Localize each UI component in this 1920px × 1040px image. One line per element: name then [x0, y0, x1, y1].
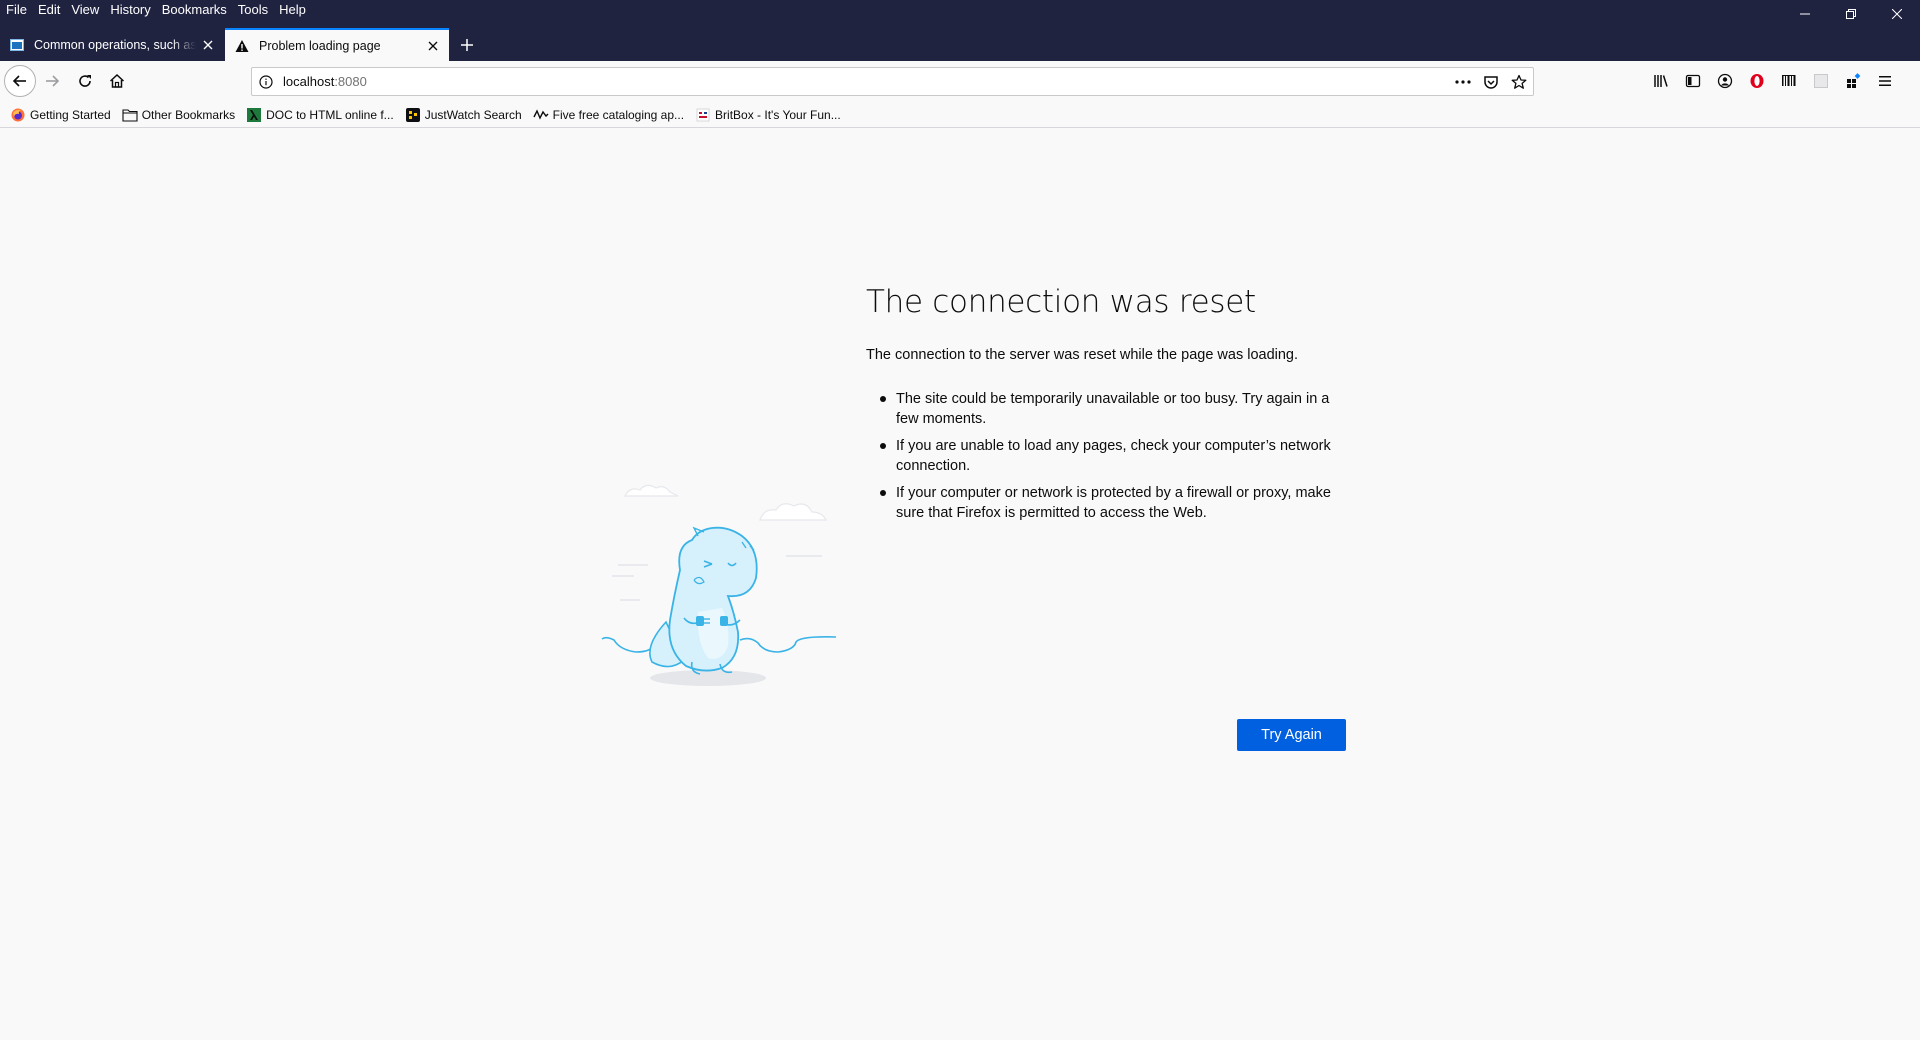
menu-history[interactable]: History — [110, 0, 150, 20]
close-tab-button[interactable] — [421, 34, 445, 58]
try-again-button[interactable]: Try Again — [1237, 719, 1346, 751]
tab-problem-loading[interactable]: Problem loading page — [225, 28, 449, 61]
warning-icon — [234, 38, 250, 54]
extension-icon — [1814, 74, 1828, 88]
bookmark-label: Other Bookmarks — [141, 107, 236, 122]
bookmark-label: BritBox - It's Your Fun... — [715, 107, 841, 122]
bookmark-five-free-cataloging[interactable]: Five free cataloging ap... — [532, 107, 685, 123]
bookmark-label: Getting Started — [30, 107, 111, 122]
tab-title: Common operations, such as n — [34, 37, 196, 52]
bookmark-britbox[interactable]: BritBox - It's Your Fun... — [695, 107, 841, 123]
firefox-icon — [10, 107, 26, 123]
bookmark-label: JustWatch Search — [424, 107, 522, 122]
minimize-button[interactable] — [1782, 0, 1828, 28]
back-button[interactable] — [4, 65, 36, 97]
bookmark-label: DOC to HTML online f... — [266, 107, 394, 122]
barcode-extension-button[interactable] — [1773, 65, 1805, 97]
bookmark-justwatch[interactable]: JustWatch Search — [405, 107, 522, 123]
url-bar[interactable]: localhost:8080 — [251, 67, 1534, 96]
bookmark-star-button[interactable] — [1505, 70, 1533, 94]
plus-icon — [461, 38, 473, 51]
error-title: The connection was reset — [866, 284, 1256, 320]
url-host: localhost — [283, 74, 335, 89]
minimize-icon — [1800, 13, 1810, 15]
opera-icon — [1750, 74, 1764, 88]
library-icon — [1654, 75, 1668, 87]
justwatch-icon — [405, 107, 421, 123]
error-container: The connection was reset The connection … — [866, 284, 1346, 530]
star-icon — [1511, 74, 1527, 89]
menu-edit[interactable]: Edit — [38, 0, 60, 20]
menu-bookmarks[interactable]: Bookmarks — [162, 0, 227, 20]
restore-button[interactable] — [1828, 0, 1874, 28]
puzzle-icon — [1847, 73, 1861, 88]
close-window-button[interactable] — [1874, 0, 1920, 28]
page-actions-button[interactable] — [1449, 70, 1477, 94]
error-suggestions-list: The site could be temporarily unavailabl… — [880, 389, 1346, 523]
home-button[interactable] — [101, 65, 133, 97]
addons-button[interactable] — [1837, 65, 1869, 97]
error-suggestion: If you are unable to load any pages, che… — [880, 436, 1346, 476]
error-suggestion: The site could be temporarily unavailabl… — [880, 389, 1346, 429]
barcode-icon — [1782, 75, 1796, 86]
opera-extension-button[interactable] — [1741, 65, 1773, 97]
tab-common-operations[interactable]: Common operations, such as n — [0, 28, 224, 61]
folder-icon — [122, 107, 138, 123]
menu-file[interactable]: File — [6, 0, 27, 20]
page-content — [0, 129, 1920, 1040]
sidebar-icon — [1685, 74, 1701, 88]
pocket-icon — [1484, 75, 1498, 89]
window-controls — [1782, 0, 1920, 28]
open-menu-button[interactable] — [1869, 65, 1901, 97]
forward-button[interactable] — [36, 65, 68, 97]
reload-button[interactable] — [69, 65, 101, 97]
reload-icon — [79, 75, 91, 87]
home-icon — [109, 73, 125, 88]
bookmark-other-bookmarks[interactable]: Other Bookmarks — [122, 107, 235, 123]
url-text[interactable]: localhost:8080 — [283, 74, 1449, 89]
error-suggestion: If your computer or network is protected… — [880, 483, 1346, 523]
tab-strip: Common operations, such as n Problem loa… — [0, 28, 1920, 61]
sidebar-button[interactable] — [1677, 65, 1709, 97]
menu-tools[interactable]: Tools — [238, 0, 268, 20]
account-icon — [1717, 73, 1733, 89]
app-icon — [9, 37, 25, 53]
new-tab-button[interactable] — [451, 28, 483, 61]
sad-dinosaur-illustration — [601, 484, 837, 686]
arrow-right-icon — [46, 75, 60, 87]
menu-bar: File Edit View History Bookmarks Tools H… — [0, 0, 317, 20]
wave-icon — [532, 107, 549, 123]
error-description: The connection to the server was reset w… — [866, 347, 1299, 363]
bookmarks-toolbar: Getting Started Other Bookmarks DOC to H… — [0, 102, 1920, 128]
url-port: :8080 — [334, 74, 367, 89]
toolbar-icons — [1645, 65, 1901, 97]
close-icon — [1892, 9, 1902, 19]
lambda-icon — [246, 107, 262, 123]
hamburger-menu-icon — [1879, 76, 1891, 86]
bookmark-label: Five free cataloging ap... — [552, 107, 685, 122]
library-button[interactable] — [1645, 65, 1677, 97]
restore-icon — [1846, 9, 1856, 19]
britbox-icon — [695, 107, 711, 123]
info-icon[interactable] — [257, 73, 275, 91]
account-button[interactable] — [1709, 65, 1741, 97]
more-dots-icon — [1455, 79, 1471, 84]
menu-view[interactable]: View — [71, 0, 99, 20]
pocket-button[interactable] — [1477, 70, 1505, 94]
bookmark-getting-started[interactable]: Getting Started — [10, 107, 111, 123]
arrow-left-icon — [12, 75, 26, 87]
extension-button[interactable] — [1805, 65, 1837, 97]
close-tab-button[interactable] — [196, 33, 220, 57]
browser-titlebar: File Edit View History Bookmarks Tools H… — [0, 0, 1920, 61]
bookmark-doc-to-html[interactable]: DOC to HTML online f... — [246, 107, 394, 123]
close-icon — [203, 40, 213, 49]
menu-help[interactable]: Help — [279, 0, 306, 20]
tab-title: Problem loading page — [259, 38, 381, 53]
close-icon — [428, 41, 438, 50]
navigation-toolbar: localhost:8080 — [0, 61, 1920, 102]
